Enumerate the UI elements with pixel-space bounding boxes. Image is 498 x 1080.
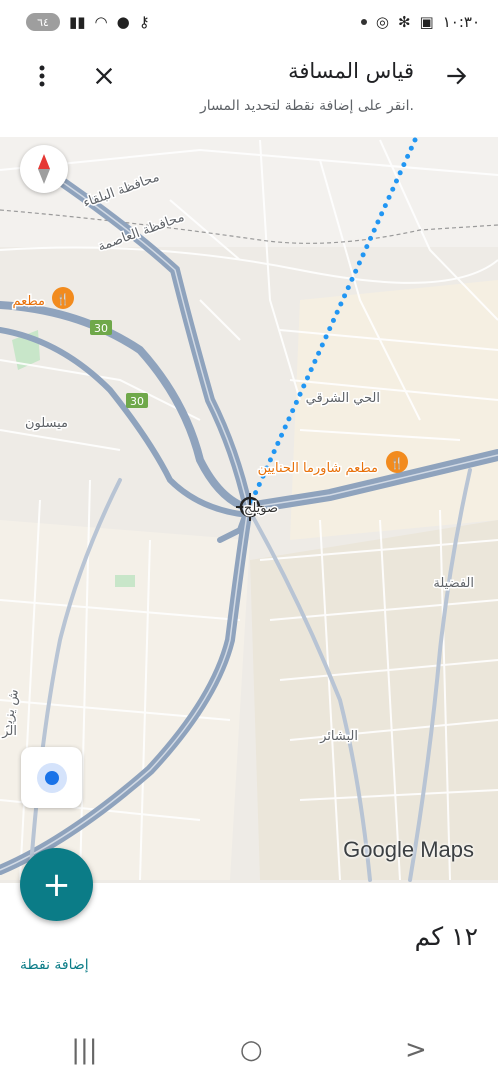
restaurant-pin-icon[interactable]: 🍴 bbox=[52, 287, 74, 309]
restaurant-pin-icon[interactable]: 🍴 bbox=[386, 451, 408, 473]
svg-text:🍴: 🍴 bbox=[390, 457, 404, 470]
route-shield-30-a: 30 bbox=[94, 322, 108, 335]
screenshot-icon: ▣ bbox=[419, 13, 434, 31]
signal-icon: ▮▮ bbox=[69, 13, 86, 31]
home-icon[interactable]: ○ bbox=[240, 1035, 263, 1065]
page-title: قياس المسافة bbox=[288, 59, 414, 83]
label-fudayla: الفضيلة bbox=[433, 576, 474, 591]
recents-icon[interactable]: ||| bbox=[71, 1035, 97, 1065]
system-nav-bar: ||| ○ > bbox=[0, 1020, 498, 1080]
shield-icon: ◎ bbox=[375, 13, 389, 31]
my-location-icon bbox=[36, 762, 67, 793]
page-subtitle: انقر على إضافة نقطة لتحديد المسار. bbox=[199, 98, 414, 114]
my-location-button[interactable] bbox=[21, 747, 82, 808]
fan-icon: ✻ bbox=[397, 13, 411, 31]
battery-icon: ٦٤ bbox=[26, 13, 60, 31]
status-right: ◎ ✻ ▣ ١٠:٣٠ bbox=[360, 13, 480, 31]
label-center: صويلح bbox=[244, 501, 278, 516]
label-district-east: الحي الشرقي bbox=[306, 391, 380, 406]
distance-value: ١٢ كم bbox=[414, 922, 478, 951]
clock: ١٠:٣٠ bbox=[442, 13, 480, 31]
google-maps-logo: Google Maps bbox=[343, 837, 474, 862]
measure-distance-header: قياس المسافة انقر على إضافة نقطة لتحديد … bbox=[0, 44, 498, 136]
route-shield-30-b: 30 bbox=[130, 395, 144, 408]
add-point-link[interactable]: إضافة نقطة bbox=[20, 957, 89, 973]
location-icon: ● bbox=[116, 13, 130, 31]
more-options-icon[interactable] bbox=[22, 56, 62, 96]
label-left-edge-2: الر bbox=[1, 724, 17, 739]
wifi-icon: ◠ bbox=[94, 13, 108, 31]
label-maysaloun: ميسلون bbox=[25, 416, 68, 431]
label-bashair: البشائر bbox=[319, 729, 358, 744]
key-icon: ⚷ bbox=[138, 13, 150, 31]
back-arrow-icon[interactable] bbox=[436, 56, 476, 96]
back-nav-icon[interactable]: > bbox=[405, 1035, 427, 1065]
notification-dot-icon bbox=[360, 19, 367, 25]
status-bar: ٦٤ ▮▮ ◠ ● ⚷ ◎ ✻ ▣ ١٠:٣٠ bbox=[0, 0, 498, 44]
status-left: ٦٤ ▮▮ ◠ ● ⚷ bbox=[26, 13, 150, 31]
compass-icon bbox=[38, 154, 50, 184]
label-restaurant-left: مطعم bbox=[12, 294, 45, 309]
compass-button[interactable] bbox=[20, 145, 68, 193]
svg-text:🍴: 🍴 bbox=[56, 293, 70, 306]
add-point-fab[interactable]: + bbox=[20, 848, 93, 921]
close-icon[interactable] bbox=[84, 56, 124, 96]
label-restaurant-shawarma: مطعم شاورما الحنايين bbox=[258, 461, 378, 476]
